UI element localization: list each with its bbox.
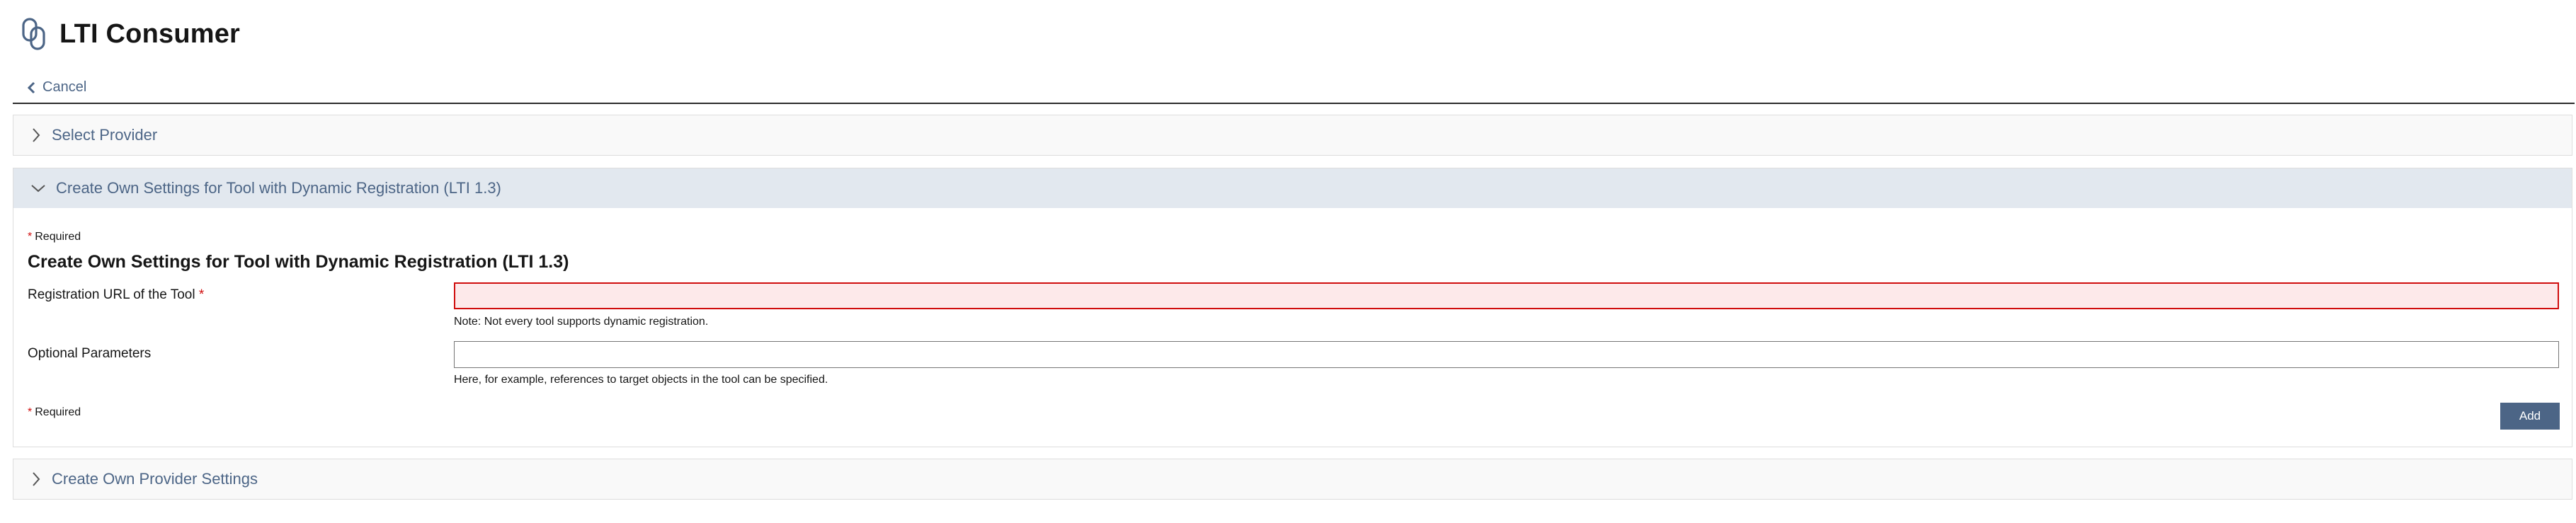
accordion-label: Select Provider	[52, 126, 158, 144]
required-star: *	[28, 406, 33, 418]
chevron-left-icon	[27, 81, 35, 93]
registration-url-input[interactable]	[454, 282, 2559, 309]
accordion-provider-settings-header[interactable]: Create Own Provider Settings	[13, 459, 2572, 499]
accordion-dynamic-registration: Create Own Settings for Tool with Dynami…	[13, 168, 2572, 447]
header-divider	[13, 103, 2575, 104]
add-button[interactable]: Add	[2500, 403, 2560, 430]
optional-params-input[interactable]	[454, 341, 2559, 368]
required-text: Required	[35, 231, 81, 243]
page-title: LTI Consumer	[59, 18, 241, 49]
accordion-provider-settings: Create Own Provider Settings	[13, 459, 2572, 500]
chevron-right-icon	[33, 128, 40, 142]
accordion-label: Create Own Settings for Tool with Dynami…	[56, 179, 501, 197]
optional-params-label: Optional Parameters	[28, 346, 152, 361]
page: LTI Consumer Cancel Select Provider Crea…	[0, 0, 2576, 523]
link-icon	[22, 18, 45, 50]
dynamic-registration-form: * Required Create Own Settings for Tool w…	[13, 208, 2572, 447]
registration-url-label: Registration URL of the Tool *	[28, 287, 204, 303]
accordion-select-provider-header[interactable]: Select Provider	[13, 115, 2572, 155]
required-star: *	[198, 287, 205, 302]
registration-url-label-text: Registration URL of the Tool	[28, 287, 195, 302]
required-note: * Required	[28, 231, 81, 243]
cancel-link[interactable]: Cancel	[27, 79, 86, 96]
registration-url-help: Note: Not every tool supports dynamic re…	[454, 316, 709, 328]
chevron-down-icon	[31, 185, 45, 192]
accordion-dynamic-registration-header[interactable]: Create Own Settings for Tool with Dynami…	[13, 168, 2572, 208]
accordion-label: Create Own Provider Settings	[52, 470, 258, 488]
form-section-title: Create Own Settings for Tool with Dynami…	[28, 252, 569, 272]
chevron-right-icon	[33, 472, 40, 486]
required-text: Required	[35, 406, 81, 418]
cancel-label: Cancel	[42, 79, 87, 95]
required-note-bottom: * Required	[28, 406, 81, 419]
page-header: LTI Consumer	[20, 14, 240, 54]
required-star: *	[28, 231, 33, 243]
optional-params-help: Here, for example, references to target …	[454, 374, 828, 386]
accordion-select-provider: Select Provider	[13, 115, 2572, 156]
